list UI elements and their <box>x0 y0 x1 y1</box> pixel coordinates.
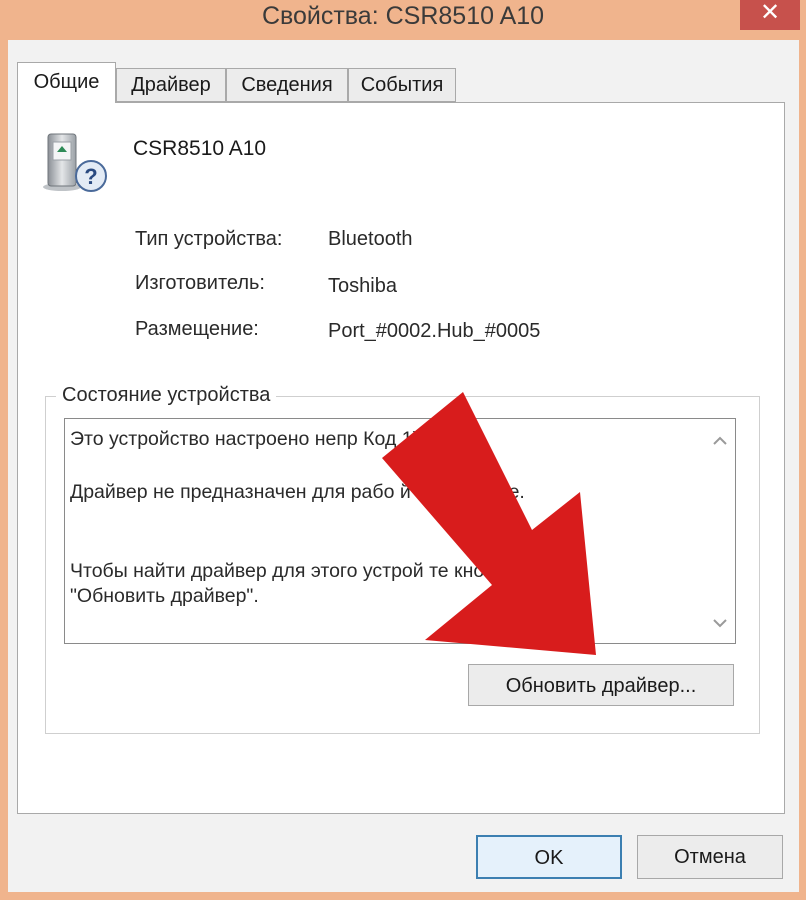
status-line: Чтобы найти драйвер для этого устрой те … <box>70 560 514 582</box>
unknown-device-icon: ? <box>43 133 107 192</box>
scroll-up-icon[interactable] <box>713 436 727 446</box>
device-status-title: Состояние устройства <box>56 384 277 407</box>
ok-label: OK <box>534 847 564 869</box>
status-line: Драйвер не предназначен для рабо й платф… <box>70 481 525 503</box>
title-bar: Свойства: CSR8510 A10 ✕ <box>0 0 806 40</box>
svg-text:?: ? <box>84 164 97 189</box>
cancel-label: Отмена <box>674 846 746 868</box>
manufacturer-value: Toshiba <box>328 275 397 297</box>
manufacturer-label: Изготовитель: <box>135 272 265 294</box>
tab-label: Общие <box>33 71 100 93</box>
status-line: "Обновить драйвер". <box>70 585 259 607</box>
tab-driver[interactable]: Драйвер <box>116 68 226 102</box>
device-type-value: Bluetooth <box>328 228 413 250</box>
status-textbox[interactable] <box>64 418 736 644</box>
tab-events[interactable]: События <box>348 68 456 102</box>
tab-label: События <box>360 74 444 96</box>
device-type-label: Тип устройства: <box>135 228 283 250</box>
tab-general[interactable]: Общие <box>17 62 116 103</box>
ok-button[interactable]: OK <box>476 835 622 879</box>
update-driver-label: Обновить драйвер... <box>505 675 697 697</box>
location-value: Port_#0002.Hub_#0005 <box>328 320 541 342</box>
status-scrollbar[interactable] <box>705 420 735 642</box>
tab-details[interactable]: Сведения <box>226 68 348 102</box>
device-name: CSR8510 A10 <box>133 137 267 160</box>
window-title: Свойства: CSR8510 A10 <box>261 2 545 30</box>
cancel-button[interactable]: Отмена <box>637 835 783 879</box>
status-line: Это устройство настроено непр Код 1) <box>70 428 420 450</box>
tab-label: Сведения <box>241 74 333 96</box>
close-button[interactable]: ✕ <box>740 0 800 30</box>
tab-label: Драйвер <box>131 74 211 96</box>
location-label: Размещение: <box>135 318 259 340</box>
update-driver-button[interactable]: Обновить драйвер... <box>468 664 734 706</box>
scroll-down-icon[interactable] <box>713 618 727 628</box>
close-icon: ✕ <box>759 0 781 26</box>
